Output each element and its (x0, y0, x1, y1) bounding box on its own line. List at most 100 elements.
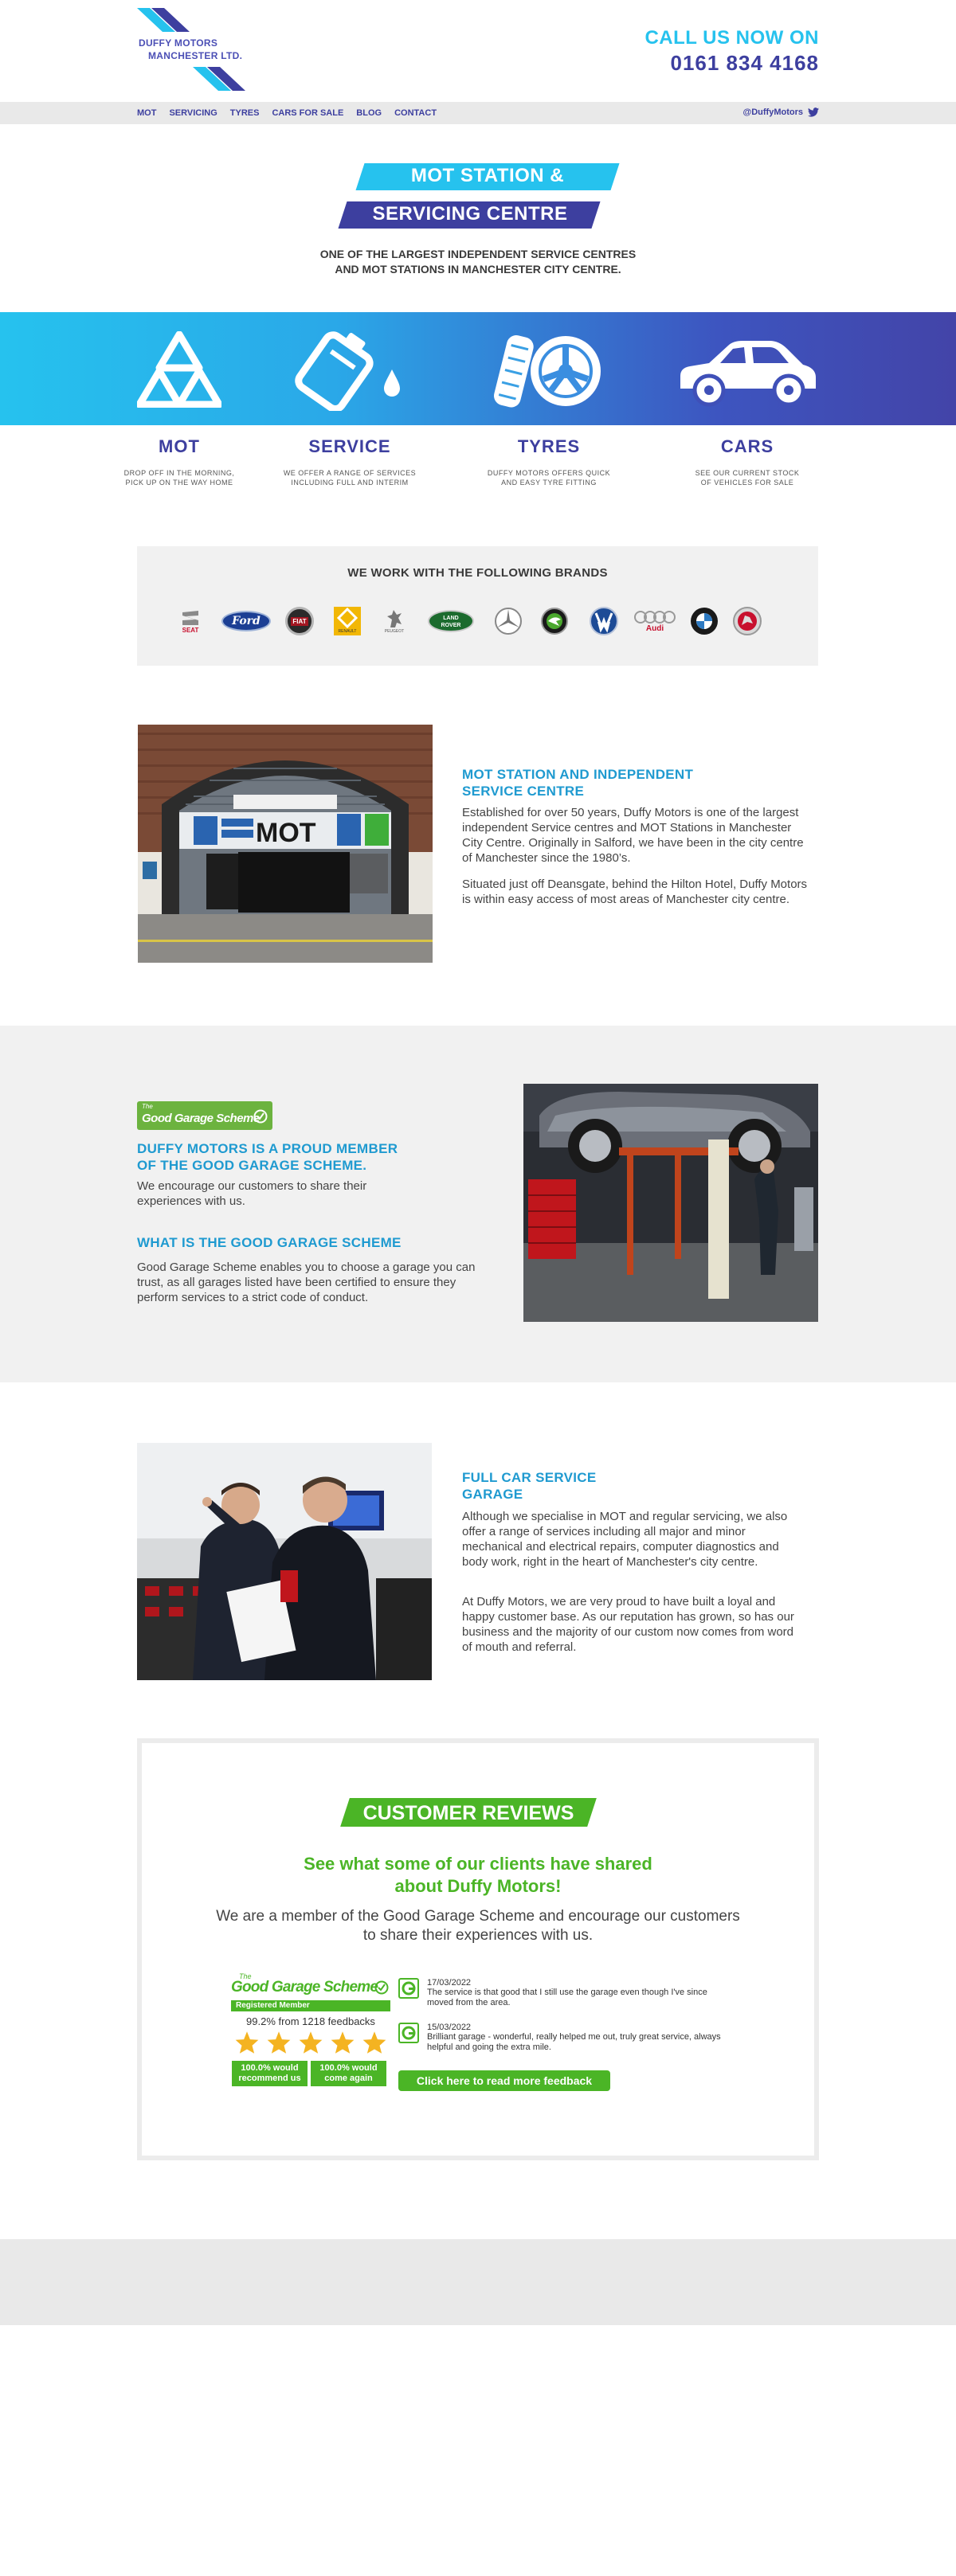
full-service-heading: FULL CAR SERVICE GARAGE (462, 1469, 813, 1503)
brand-skoda-logo (539, 605, 570, 637)
ggs-para1: We encourage our customers to share thei… (137, 1179, 367, 1208)
service-desc-line: OF VEHICLES FOR SALE (700, 479, 794, 487)
nav-item-cars-for-sale[interactable]: CARS FOR SALE (272, 108, 343, 118)
mot-section-para2: Situated just off Deansgate, behind the … (462, 878, 808, 906)
check-circle-icon (253, 1109, 268, 1124)
brand-renault-logo: RENAULT (333, 605, 362, 637)
brand-renault-text: RENAULT (338, 629, 357, 634)
read-more-feedback-button[interactable]: Click here to read more feedback (398, 2070, 610, 2091)
brand-volkswagen-logo (588, 605, 620, 637)
service-title-service[interactable]: SERVICE (270, 436, 429, 457)
mechanics-illustration (137, 1443, 432, 1680)
logo-text-line2: MANCHESTER LTD. (148, 50, 243, 61)
logo-text-line1: DUFFY MOTORS (139, 37, 218, 49)
services-band (0, 312, 956, 425)
mot-section-heading-line1: MOT STATION AND INDEPENDENT (462, 767, 694, 782)
brand-ford-logo: Ford (220, 605, 272, 637)
reviews-heading-line2: about Duffy Motors! (394, 1876, 562, 1896)
good-garage-badge[interactable]: The Good Garage Scheme (137, 1101, 272, 1130)
brand-vauxhall-logo (731, 605, 763, 637)
brand-landrover-logo: LAND ROVER (427, 605, 475, 637)
service-title-mot[interactable]: MOT (100, 436, 259, 457)
review-g-icon (398, 2023, 419, 2043)
service-title-tyres[interactable]: TYRES (469, 436, 629, 457)
footer-bar (0, 2239, 956, 2325)
ggs-heading-line1: DUFFY MOTORS IS A PROUD MEMBER (137, 1141, 398, 1156)
come-again-stat: 100.0% would come again (311, 2061, 386, 2086)
nav-item-tyres[interactable]: TYRES (230, 108, 260, 118)
vauxhall-griffin-icon (733, 607, 762, 635)
car-icon[interactable] (676, 336, 819, 408)
reviews-title: CUSTOMER REVIEWS (362, 1802, 574, 1824)
twitter-handle: @DuffyMotors (742, 107, 804, 117)
star-icon (235, 2031, 259, 2054)
mot-section-para1: Established for over 50 years, Duffy Mot… (462, 806, 804, 865)
phone-number[interactable]: 0161 834 4168 (645, 51, 819, 76)
rating-stars (231, 2031, 390, 2054)
tyre-wheel-icon[interactable] (492, 331, 604, 411)
review-date: 15/03/2022 (427, 2023, 472, 2032)
service-desc-service: WE OFFER A RANGE OF SERVICES INCLUDING F… (270, 468, 429, 487)
twitter-link[interactable]: @DuffyMotors (742, 107, 819, 117)
main-nav: MOT SERVICING TYRES CARS FOR SALE BLOG C… (0, 102, 956, 124)
review-text: Brilliant garage - wonderful, really hel… (427, 2032, 721, 2052)
ggs-widget-logo[interactable]: The Good Garage Scheme (231, 1972, 390, 1999)
ggs-widget-title: Good Garage Scheme (231, 1979, 378, 1996)
garage-front-illustration: MOT (138, 725, 433, 963)
garage-front-photo: MOT (138, 725, 433, 963)
mercedes-star-icon (495, 608, 522, 635)
brand-landrover-text-2: ROVER (441, 623, 461, 628)
brand-peugeot-text: PEUGEOT (384, 629, 405, 634)
seat-s-icon (182, 610, 198, 625)
reviews-intro: We are a member of the Good Garage Schem… (216, 1908, 740, 1944)
brand-peugeot-logo: PEUGEOT (376, 605, 413, 637)
service-desc-cars: SEE OUR CURRENT STOCK OF VEHICLES FOR SA… (668, 468, 827, 487)
car-lift-illustration (523, 1084, 818, 1322)
full-service-para1: Although we specialise in MOT and regula… (462, 1510, 788, 1569)
reviews-heading-line1: See what some of our clients have shared (304, 1854, 652, 1874)
logo[interactable]: DUFFY MOTORS MANCHESTER LTD. (137, 8, 257, 94)
ggs-para2: Good Garage Scheme enables you to choose… (137, 1261, 476, 1304)
bmw-roundel-icon (691, 608, 718, 635)
oil-can-icon[interactable] (295, 331, 406, 411)
star-icon (331, 2031, 355, 2054)
full-service-heading-line1: FULL CAR SERVICE (462, 1470, 597, 1485)
renault-diamond-icon (336, 607, 358, 629)
star-icon (267, 2031, 291, 2054)
ggs-heading-line2: OF THE GOOD GARAGE SCHEME. (137, 1158, 367, 1173)
ggs-heading: DUFFY MOTORS IS A PROUD MEMBER OF THE GO… (137, 1140, 488, 1174)
nav-item-mot[interactable]: MOT (137, 108, 156, 118)
review-date: 17/03/2022 (427, 1978, 472, 1988)
nav-item-blog[interactable]: BLOG (356, 108, 382, 118)
hero-subtitle: ONE OF THE LARGEST INDEPENDENT SERVICE C… (239, 247, 717, 277)
nav-item-servicing[interactable]: SERVICING (169, 108, 217, 118)
hero-title-1: MOT STATION & (410, 165, 565, 186)
service-desc-line: DROP OFF IN THE MORNING, (123, 469, 235, 477)
mot-sign-text: MOT (256, 818, 316, 848)
call-us-label: CALL US NOW ON (645, 27, 819, 49)
star-icon (299, 2031, 323, 2054)
ggs-badge-small: The (142, 1103, 153, 1110)
audi-rings-icon (634, 610, 676, 623)
hero-subtitle-line1: ONE OF THE LARGEST INDEPENDENT SERVICE C… (319, 248, 637, 260)
ggs-check-icon (374, 1980, 389, 1995)
service-desc-line: AND EASY TYRE FITTING (501, 479, 597, 487)
brand-landrover-text-1: LAND (443, 616, 459, 621)
ggs-registered-member: Registered Member (231, 2000, 390, 2011)
service-desc-line: WE OFFER A RANGE OF SERVICES (283, 469, 417, 477)
brand-seat-logo: SEAT (170, 605, 210, 637)
call-us-block: CALL US NOW ON 0161 834 4168 (645, 27, 819, 76)
skoda-arrow-icon (541, 608, 568, 635)
mot-section-heading: MOT STATION AND INDEPENDENT SERVICE CENT… (462, 766, 813, 799)
reviews-heading: See what some of our clients have shared… (239, 1853, 717, 1898)
service-desc-line: DUFFY MOTORS OFFERS QUICK (487, 469, 611, 477)
service-desc-tyres: DUFFY MOTORS OFFERS QUICK AND EASY TYRE … (469, 468, 629, 487)
review-text: The service is that good that I still us… (427, 1988, 707, 2007)
brand-fiat-logo: FIAT (284, 605, 315, 637)
service-title-cars[interactable]: CARS (668, 436, 827, 457)
hero-subtitle-line2: AND MOT STATIONS IN MANCHESTER CITY CENT… (335, 263, 621, 276)
nav-item-contact[interactable]: CONTACT (394, 108, 437, 118)
mot-triangles-icon[interactable] (137, 331, 221, 408)
brand-ford-text: Ford (221, 611, 271, 631)
full-service-para2: At Duffy Motors, we are very proud to ha… (462, 1595, 794, 1654)
